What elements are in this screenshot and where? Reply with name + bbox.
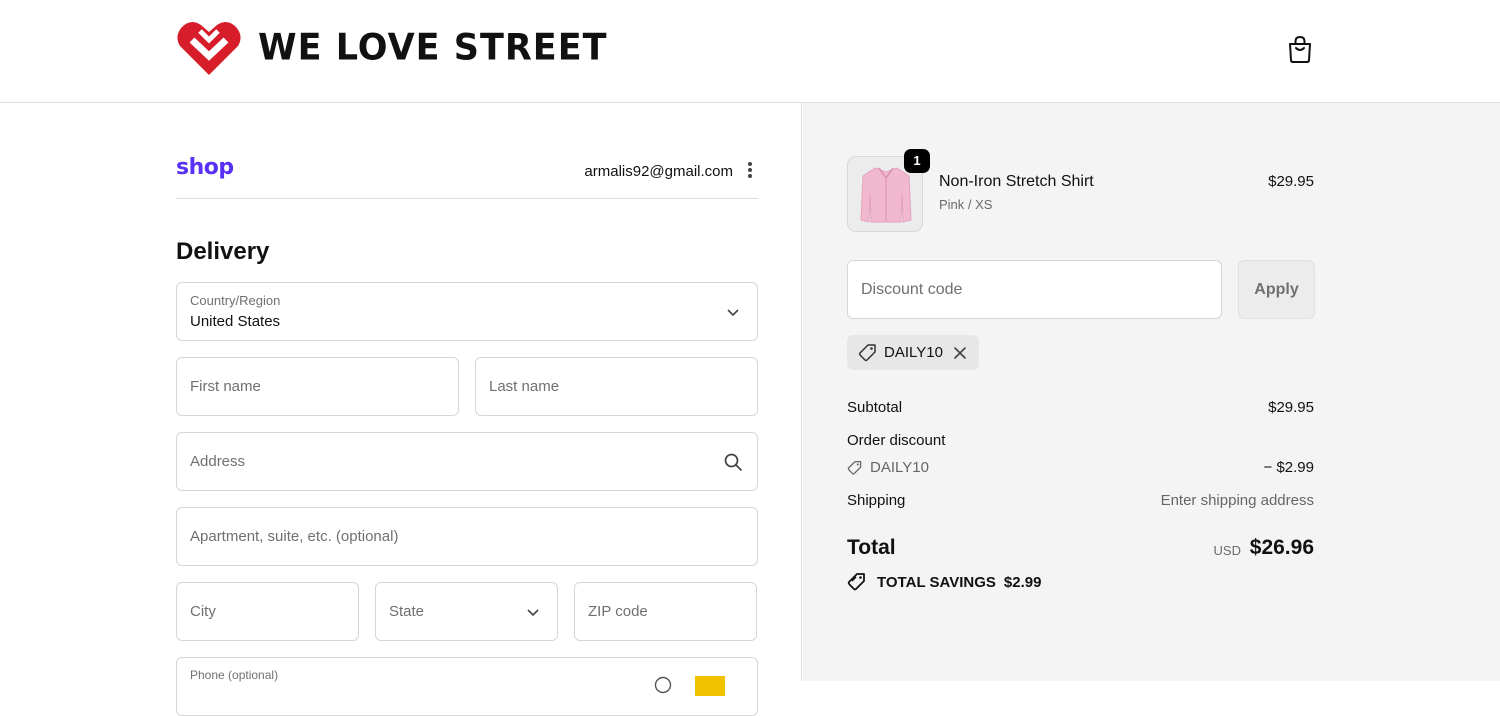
product-price: $29.95	[1268, 173, 1314, 190]
us-flag-icon[interactable]	[695, 676, 725, 696]
heart-logo-icon	[177, 21, 241, 75]
discount-placeholder: Discount code	[861, 281, 963, 298]
state-placeholder: State	[389, 603, 425, 620]
chevron-down-icon	[527, 609, 539, 617]
order-discount-code-row: DAILY10	[847, 459, 929, 476]
apartment-placeholder: Apartment, suite, etc. (optional)	[190, 528, 399, 545]
state-select[interactable]: State	[375, 582, 558, 641]
delivery-heading: Delivery	[176, 238, 270, 265]
address-placeholder: Address	[190, 453, 246, 470]
chevron-down-icon	[727, 309, 739, 317]
apartment-field[interactable]: Apartment, suite, etc. (optional)	[176, 507, 758, 566]
city-field[interactable]: City	[176, 582, 359, 641]
country-select[interactable]: Country/Region United States	[176, 282, 758, 341]
brand-name: WE LOVE STREET	[258, 27, 608, 69]
phone-field[interactable]: Phone (optional)	[176, 657, 758, 716]
shipping-value: Enter shipping address	[1160, 492, 1314, 509]
apply-discount-button[interactable]: Apply	[1238, 260, 1315, 319]
country-label: Country/Region	[190, 293, 281, 308]
country-value: United States	[190, 313, 281, 330]
first-name-field[interactable]: First name	[176, 357, 459, 416]
address-field[interactable]: Address	[176, 432, 758, 491]
tag-icon	[847, 460, 862, 475]
total-value: $26.96	[1249, 536, 1314, 559]
checkout-form-panel: shop armalis92@gmail.com Delivery Countr…	[0, 103, 802, 716]
order-discount-code: DAILY10	[870, 459, 929, 476]
product-variant: Pink / XS	[939, 197, 993, 212]
help-circle-icon[interactable]	[654, 676, 672, 694]
applied-discount-chip: DAILY10	[847, 335, 979, 370]
order-discount-label: Order discount	[847, 432, 946, 449]
city-placeholder: City	[190, 603, 216, 620]
account-email: armalis92@gmail.com	[584, 163, 733, 180]
subtotal-value: $29.95	[1268, 399, 1314, 416]
order-summary-panel: 1 Non-Iron Stretch Shirt Pink / XS $29.9…	[803, 103, 1500, 681]
total-currency: USD	[1213, 543, 1241, 558]
discount-code-input[interactable]: Discount code	[847, 260, 1222, 319]
remove-discount-icon[interactable]	[953, 346, 967, 360]
zip-placeholder: ZIP code	[588, 603, 648, 620]
site-header: WE LOVE STREET	[0, 0, 1500, 103]
shop-account-row: shop armalis92@gmail.com	[176, 151, 758, 199]
savings-tag-icon	[847, 573, 865, 591]
last-name-field[interactable]: Last name	[475, 357, 758, 416]
brand-logo[interactable]: WE LOVE STREET	[176, 18, 608, 78]
total-savings-value: $2.99	[1003, 573, 1042, 591]
total-savings-row: TOTAL SAVINGS $2.99	[847, 572, 1041, 592]
search-icon[interactable]	[723, 452, 743, 472]
last-name-placeholder: Last name	[489, 378, 560, 395]
subtotal-label: Subtotal	[847, 399, 903, 416]
phone-label: Phone (optional)	[190, 668, 279, 682]
shop-pay-logo: shop	[176, 155, 234, 180]
shipping-label: Shipping	[847, 492, 906, 509]
quantity-badge: 1	[904, 149, 930, 173]
more-options-icon[interactable]	[744, 160, 756, 180]
total-savings-label: TOTAL SAVINGS	[877, 573, 996, 591]
order-discount-value: − $2.99	[1263, 459, 1314, 476]
shopping-bag-icon[interactable]	[1287, 35, 1313, 63]
product-name: Non-Iron Stretch Shirt	[939, 173, 1094, 190]
pink-shirt-image	[860, 167, 912, 223]
first-name-placeholder: First name	[190, 378, 261, 395]
applied-code-text: DAILY10	[884, 344, 943, 361]
zip-field[interactable]: ZIP code	[574, 582, 757, 641]
total-label: Total	[847, 536, 896, 559]
tag-icon	[858, 343, 876, 361]
